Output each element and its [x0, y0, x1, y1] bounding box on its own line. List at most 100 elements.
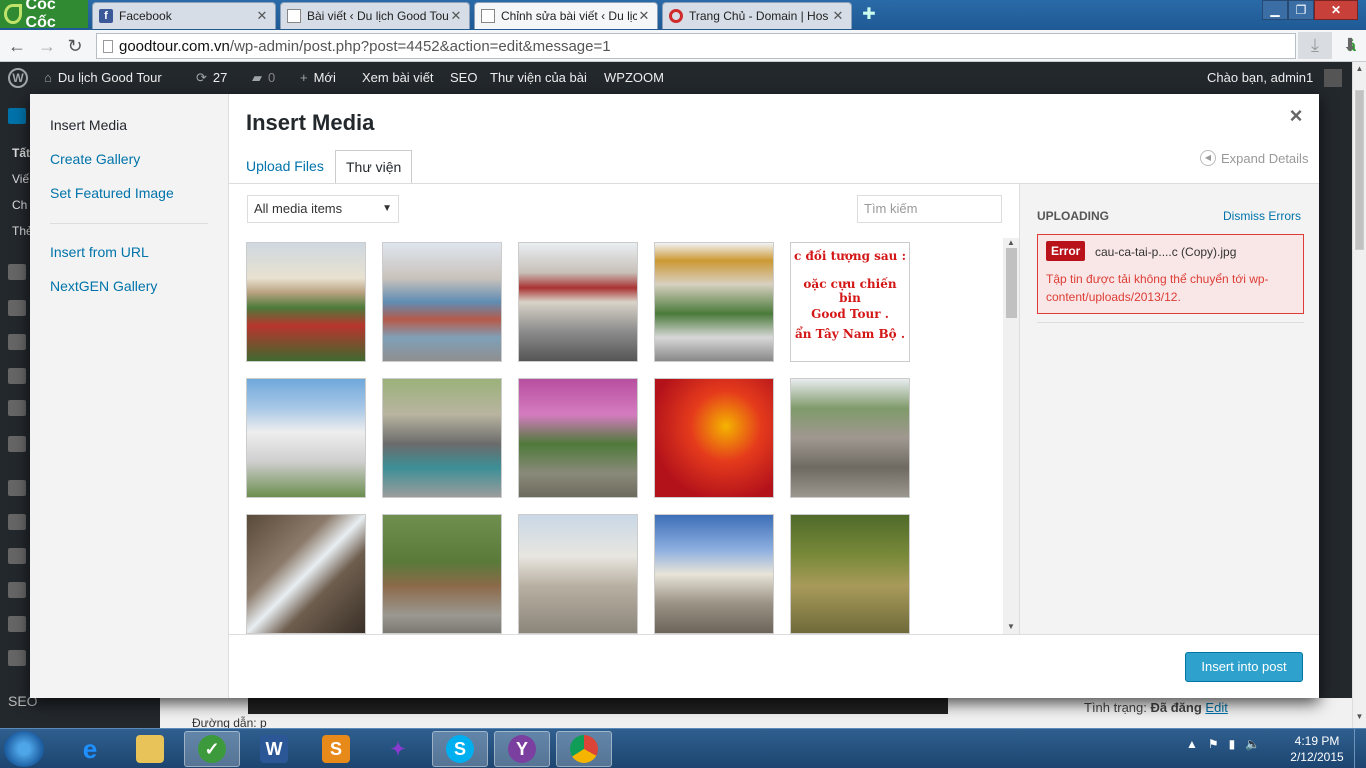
dismiss-errors-link[interactable]: Dismiss Errors	[1223, 209, 1301, 223]
tab-upload-files[interactable]: Upload Files	[236, 150, 334, 184]
sidebar-item-label[interactable]: Ch	[12, 198, 27, 212]
yahoo-icon[interactable]: Y	[494, 731, 550, 767]
sidebar-item-label[interactable]: Viế	[12, 172, 29, 186]
attachment-thumbnail[interactable]	[654, 514, 774, 634]
attachment-thumbnail[interactable]	[518, 514, 638, 634]
settings-grid-icon[interactable]	[8, 616, 26, 632]
flag-icon[interactable]: ⚑	[1208, 737, 1219, 751]
scroll-down-icon[interactable]: ▼	[1007, 622, 1015, 631]
attachment-thumbnail[interactable]	[246, 242, 366, 362]
updates-link[interactable]: ⟳ 27	[196, 62, 227, 94]
attachment-thumbnail[interactable]	[382, 378, 502, 498]
new-tab-button[interactable]: ✚	[858, 6, 880, 24]
tools-icon[interactable]	[8, 582, 26, 598]
view-post-link[interactable]: Xem bài viết	[362, 62, 434, 94]
coccoc-glyph: ✓	[198, 735, 226, 763]
users-icon[interactable]	[8, 548, 26, 564]
attachment-thumbnail[interactable]	[654, 378, 774, 498]
explorer-icon[interactable]	[122, 731, 178, 767]
tray-expand-icon[interactable]: ▲	[1186, 737, 1198, 751]
close-icon[interactable]: ✕	[637, 8, 651, 24]
scrollbar-thumb[interactable]	[1006, 248, 1017, 318]
media-icon[interactable]	[8, 264, 26, 280]
tab-edit-post[interactable]: Chỉnh sửa bài viết ‹ Du lịch ✕	[474, 2, 658, 29]
wpzoom-link[interactable]: WPZOOM	[604, 62, 664, 94]
reload-button[interactable]: ↻	[64, 35, 86, 57]
ie-icon[interactable]: e	[62, 731, 118, 767]
show-desktop-button[interactable]	[1354, 729, 1366, 768]
chrome-icon[interactable]	[556, 731, 612, 767]
downloads-menu-icon[interactable]: ⬇	[1338, 32, 1362, 59]
pages-icon[interactable]	[8, 334, 26, 350]
page-scrollbar[interactable]: ▲ ▼	[1352, 62, 1366, 728]
slides-icon[interactable]: S	[308, 731, 364, 767]
menu-insert-media[interactable]: Insert Media	[50, 117, 127, 133]
tab-media-library[interactable]: Thư viện	[335, 150, 413, 184]
signal-icon[interactable]: ▮	[1229, 737, 1236, 751]
purple-app-icon[interactable]: ✦	[370, 731, 426, 767]
media-filter-select[interactable]: All media items ▼	[247, 195, 399, 223]
maximize-button[interactable]: ❐	[1288, 0, 1314, 20]
coccoc-logo[interactable]: Cốc Cốc	[0, 0, 88, 31]
attachment-thumbnail[interactable]	[246, 514, 366, 634]
back-button[interactable]: ←	[6, 35, 28, 57]
tab-facebook[interactable]: f Facebook ✕	[92, 2, 276, 29]
wordpress-logo-icon[interactable]: W	[8, 68, 28, 88]
avatar[interactable]	[1324, 69, 1342, 87]
download-icon[interactable]: ⤓	[1298, 32, 1332, 59]
coccoc-icon[interactable]: ✓	[184, 731, 240, 767]
appearance-icon[interactable]	[8, 480, 26, 496]
plugins-icon[interactable]	[8, 514, 26, 530]
close-window-button[interactable]: ✕	[1314, 0, 1358, 20]
new-content-link[interactable]: + Mới	[300, 62, 336, 94]
close-icon[interactable]: ✕	[255, 8, 269, 24]
minimize-button[interactable]: ▁	[1262, 0, 1288, 20]
attachment-thumbnail[interactable]	[790, 514, 910, 634]
attachment-thumbnail[interactable]	[518, 378, 638, 498]
forms-icon[interactable]	[8, 400, 26, 416]
site-name-link[interactable]: ⌂ Du lịch Good Tour	[44, 62, 162, 94]
menu-nextgen-gallery[interactable]: NextGEN Gallery	[50, 278, 157, 294]
word-icon[interactable]: W	[246, 731, 302, 767]
scroll-down-icon[interactable]: ▼	[1353, 712, 1366, 726]
user-greeting[interactable]: Chào bạn, admin1	[1207, 62, 1313, 94]
menu-insert-from-url[interactable]: Insert from URL	[50, 244, 149, 260]
attachment-thumbnail[interactable]: c đối tượng sau : oặc cựu chiến bin Good…	[790, 242, 910, 362]
media-scrollbar[interactable]: ▲ ▼	[1003, 238, 1020, 634]
sidebar-item-label[interactable]: Tất	[12, 146, 30, 160]
menu-set-featured-image[interactable]: Set Featured Image	[50, 185, 174, 201]
system-clock[interactable]: 4:19 PM 2/12/2015	[1286, 733, 1348, 765]
skype-icon[interactable]: S	[432, 731, 488, 767]
close-icon[interactable]: ×	[1286, 104, 1306, 128]
scrollbar-thumb[interactable]	[1355, 90, 1364, 250]
link-icon[interactable]	[8, 300, 26, 316]
attachment-thumbnail[interactable]	[790, 378, 910, 498]
attachment-thumbnail[interactable]	[382, 514, 502, 634]
pin-icon[interactable]	[8, 108, 26, 124]
tab-posts[interactable]: Bài viết ‹ Du lịch Good Tou ✕	[280, 2, 470, 29]
scroll-up-icon[interactable]: ▲	[1353, 64, 1366, 78]
attachment-thumbnail[interactable]	[382, 242, 502, 362]
search-input[interactable]: Tìm kiếm	[857, 195, 1002, 223]
menu-create-gallery[interactable]: Create Gallery	[50, 151, 140, 167]
address-bar[interactable]: goodtour.com.vn/wp-admin/post.php?post=4…	[96, 33, 1356, 59]
gallery-icon[interactable]	[8, 436, 26, 452]
gear-icon[interactable]	[8, 650, 26, 666]
comments-link[interactable]: ▰ 0	[252, 62, 275, 94]
post-library-link[interactable]: Thư viện của bài	[490, 62, 587, 94]
volume-icon[interactable]: 🔈	[1245, 737, 1260, 751]
close-icon[interactable]: ✕	[449, 8, 463, 24]
seo-link[interactable]: SEO	[450, 62, 477, 94]
attachment-thumbnail[interactable]	[246, 378, 366, 498]
attachment-thumbnail[interactable]	[654, 242, 774, 362]
close-icon[interactable]: ✕	[831, 8, 845, 24]
insert-into-post-button[interactable]: Insert into post	[1185, 652, 1303, 682]
tab-domain[interactable]: Trang Chủ - Domain | Hos ✕	[662, 2, 852, 29]
status-edit-link[interactable]: Edit	[1205, 700, 1227, 715]
attachment-thumbnail[interactable]	[518, 242, 638, 362]
comments-icon[interactable]	[8, 368, 26, 384]
scroll-up-icon[interactable]: ▲	[1007, 238, 1015, 247]
start-button[interactable]	[4, 731, 44, 767]
expand-details-link[interactable]: ◀ Expand Details	[1200, 150, 1308, 166]
forward-button[interactable]: →	[36, 35, 58, 57]
